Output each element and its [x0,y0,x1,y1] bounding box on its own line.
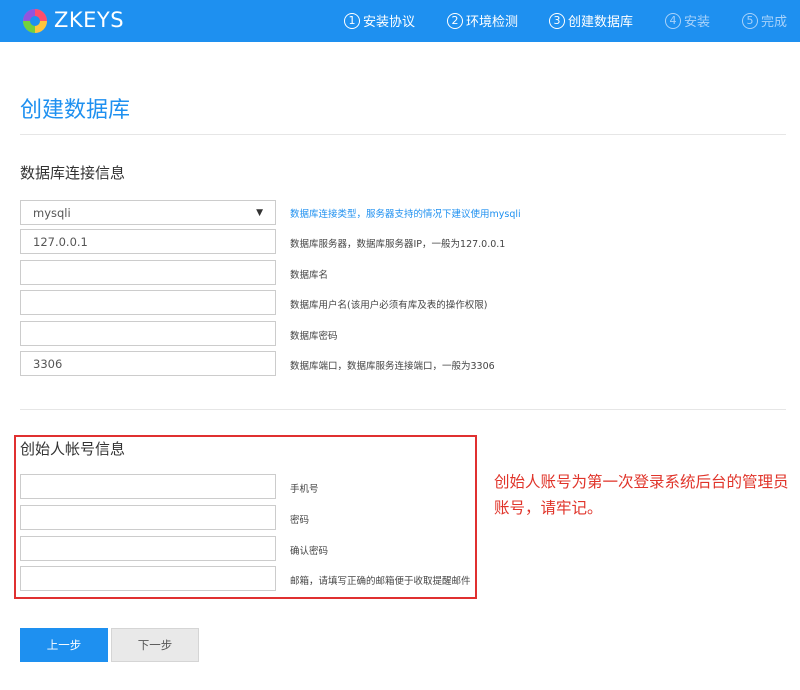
step-number: 3 [549,12,565,29]
caret-down-icon: ▼ [256,207,263,218]
step-label: 安装 [684,15,711,30]
db-type-select[interactable]: mysqli ▼ [20,200,276,225]
annotation-note: 创始人账号为第一次登录系统后台的管理员账号，请牢记。 [494,473,789,517]
step-3: 3 创建数据库 [549,11,633,30]
step-number: 1 [344,12,360,29]
db-host-input[interactable]: 127.0.0.1 [20,229,276,254]
section-divider [20,409,786,410]
step-2: 2 环境检测 [447,11,518,30]
prev-step-button[interactable]: 上一步 [20,628,108,662]
step-number: 4 [665,12,681,29]
page-title: 创建数据库 [20,98,131,123]
db-type-value: mysqli [33,205,71,220]
annotation-highlight-box [14,435,477,599]
next-step-button[interactable]: 下一步 [111,628,199,662]
brand-name: ZKEYS [54,8,125,32]
db-port-input[interactable]: 3306 [20,351,276,376]
step-number: 2 [447,12,463,29]
db-section-title: 数据库连接信息 [20,164,126,182]
step-label: 安装协议 [363,15,416,30]
top-header: ZKEYS 1 安装协议 2 环境检测 3 创建数据库 4 安装 5 完成 [0,0,800,42]
step-1: 1 安装协议 [344,11,415,30]
db-port-hint: 数据库端口，数据库服务连接端口，一般为3306 [290,361,495,372]
step-number: 5 [742,12,758,29]
step-label: 完成 [761,15,788,30]
db-password-hint: 数据库密码 [290,331,338,342]
db-user-hint: 数据库用户名(该用户必须有库及表的操作权限) [290,300,488,311]
db-name-hint: 数据库名 [290,270,329,281]
step-label: 环境检测 [466,15,519,30]
db-user-input[interactable] [20,290,276,315]
step-5: 5 完成 [742,11,787,30]
db-name-input[interactable] [20,260,276,285]
zkeys-logo-icon [23,9,47,33]
db-type-hint: 数据库连接类型，服务器支持的情况下建议使用mysqli [290,209,521,220]
step-label: 创建数据库 [568,15,634,30]
db-password-input[interactable] [20,321,276,346]
db-host-hint: 数据库服务器，数据库服务器IP，一般为127.0.0.1 [290,239,506,250]
step-4: 4 安装 [665,11,710,30]
title-divider [20,134,786,135]
